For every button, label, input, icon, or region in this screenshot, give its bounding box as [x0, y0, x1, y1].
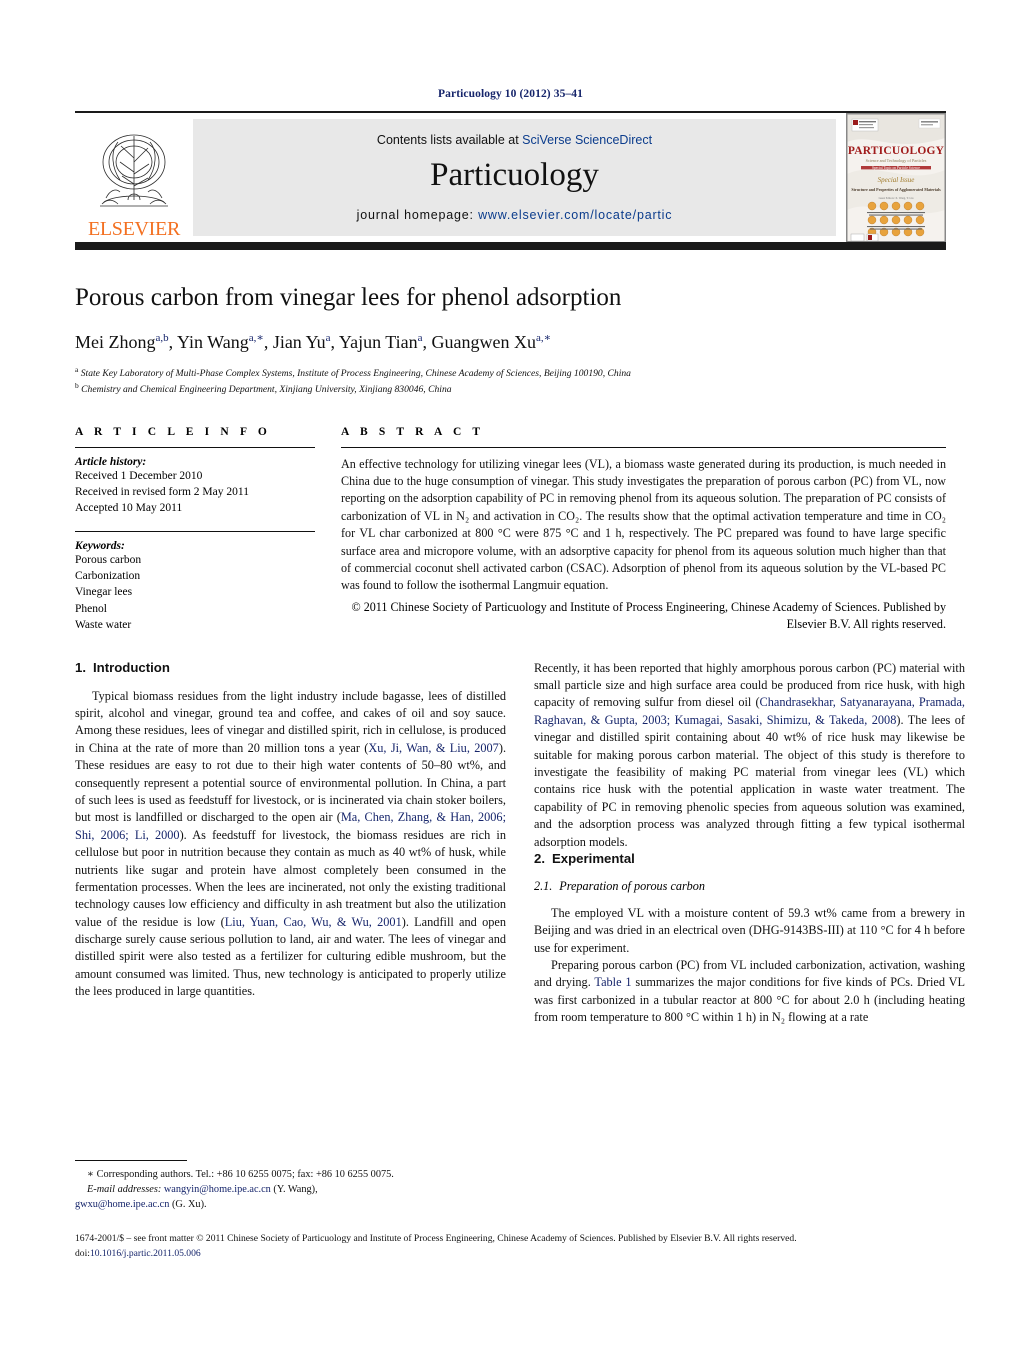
footer-doi-line: doi:10.1016/j.partic.2011.05.006 — [75, 1247, 965, 1262]
footnote-email-line-1: E-mail addresses: wangyin@home.ipe.ac.cn… — [75, 1183, 506, 1198]
subsection-title: Preparation of porous carbon — [559, 878, 705, 893]
journal-title: Particuology — [430, 157, 599, 193]
affiliation-marker: a — [75, 365, 79, 375]
citation-link[interactable]: Xu, Ji, Wan, & Liu, 2007 — [368, 741, 498, 755]
email-owner-wang: (Y. Wang), — [270, 1183, 318, 1195]
homepage-prefix: journal homepage: — [356, 208, 474, 222]
article-history-label: Article history: — [75, 455, 147, 468]
affiliation-line: a State Key Laboratory of Multi-Phase Co… — [75, 365, 946, 381]
contents-prefix: Contents lists available at — [376, 133, 523, 147]
author-name: Yin Wang — [176, 331, 249, 352]
paragraph-experimental-2: Preparing porous carbon (PC) from VL inc… — [534, 957, 965, 1027]
author-name: Mei Zhong — [75, 331, 156, 352]
subsection-number: 2.1. — [534, 878, 553, 893]
section-title: Experimental — [552, 850, 635, 866]
abstract-heading: A B S T R A C T — [341, 425, 485, 438]
affiliation-text: State Key Laboratory of Multi-Phase Comp… — [80, 368, 631, 380]
journal-article-page: Particuology 10 (2012) 35–41 ELSEVIER Co… — [0, 0, 1021, 1351]
doi-link[interactable]: 10.1016/j.partic.2011.05.006 — [90, 1248, 201, 1259]
abstract-column: A B S T R A C T An effective technology … — [341, 426, 946, 634]
svg-text:Structure and Properties of Ag: Structure and Properties of Agglomerated… — [851, 187, 941, 192]
section-heading-introduction: 1. Introduction — [75, 660, 506, 675]
abstract-copyright: © 2011 Chinese Society of Particuology a… — [351, 599, 946, 632]
paragraph-intro-2: Recently, it has been reported that high… — [534, 660, 965, 851]
elsevier-wordmark: ELSEVIER — [87, 218, 181, 240]
author-list: Mei Zhonga,b, Yin Wanga,∗, Jian Yua, Yaj… — [75, 331, 552, 352]
footnote-corresponding-line: ∗ Corresponding authors. Tel.: +86 10 62… — [87, 1169, 394, 1180]
svg-text:Special Topic on Particle Scie: Special Topic on Particle Science — [872, 166, 920, 170]
affiliation-text: Chemistry and Chemical Engineering Depar… — [81, 384, 452, 396]
history-item: Received 1 December 2010 — [75, 469, 203, 482]
contents-available-line: Contents lists available at SciVerse Sci… — [377, 133, 652, 147]
keywords-label: Keywords: — [75, 539, 125, 552]
author-affil-marker: a — [417, 331, 423, 344]
keyword-item: Phenol — [75, 602, 107, 615]
svg-text:PARTICUOLOGY: PARTICUOLOGY — [848, 145, 945, 157]
history-item: Accepted 10 May 2011 — [75, 502, 183, 515]
journal-masthead: ELSEVIER Contents lists available at Sci… — [75, 111, 946, 242]
author-name: Jian Yu — [272, 331, 326, 352]
elsevier-tree-icon — [100, 134, 168, 207]
page-title: Porous carbon from vinegar lees for phen… — [75, 284, 622, 311]
history-item: Received in revised form 2 May 2011 — [75, 485, 249, 498]
keywords-block: Keywords: Porous carbon Carbonization Vi… — [75, 530, 315, 634]
footnote-email-line-2: gwxu@home.ipe.ac.cn (G. Xu). — [75, 1198, 506, 1213]
para-text: ). The lees of vinegar and distilled spi… — [534, 712, 965, 849]
paragraph-experimental-1: The employed VL with a moisture content … — [534, 905, 965, 955]
info-abstract-row: A R T I C L E I N F O Article history: R… — [75, 426, 946, 634]
homepage-url-link[interactable]: www.elsevier.com/locate/partic — [478, 208, 672, 222]
section-number: 2. — [534, 850, 545, 866]
svg-text:Science and Technology of Part: Science and Technology of Particles — [866, 158, 927, 163]
email-link-wang[interactable]: wangyin@home.ipe.ac.cn — [164, 1184, 271, 1195]
table-reference-link[interactable]: Table 1 — [594, 975, 631, 989]
svg-text:Special Issue: Special Issue — [878, 176, 915, 184]
elsevier-logo: ELSEVIER — [75, 113, 193, 242]
author-name: Guangwen Xu — [431, 331, 536, 352]
article-info-column: A R T I C L E I N F O Article history: R… — [75, 426, 315, 634]
keyword-item: Vinegar lees — [75, 586, 133, 599]
para-text: ). As feedstuff for livestock, the bioma… — [75, 827, 506, 929]
journal-homepage-line: journal homepage: www.elsevier.com/locat… — [357, 208, 673, 222]
section-heading-experimental: 2. Experimental — [534, 851, 965, 866]
citation-link[interactable]: Liu, Yuan, Cao, Wu, & Wu, 2001 — [225, 915, 402, 929]
section-title: Introduction — [93, 659, 170, 675]
keyword-item: Porous carbon — [75, 553, 142, 566]
footnote-rule — [75, 1160, 187, 1161]
body-column-left: 1. Introduction Typical biomass residues … — [75, 660, 506, 1027]
cover-artwork: PARTICUOLOGY Science and Technology of P… — [847, 114, 945, 241]
author-affil-marker: a,∗ — [535, 331, 552, 344]
author-affil-marker: a — [325, 331, 331, 344]
keyword-item: Waste water — [75, 618, 132, 631]
masthead-rule — [75, 242, 946, 250]
footer-frontmatter-line: 1674-2001/$ – see front matter © 2011 Ch… — [75, 1233, 797, 1244]
affiliation-line: b Chemistry and Chemical Engineering Dep… — [75, 381, 946, 397]
title-block: Porous carbon from vinegar lees for phen… — [75, 284, 946, 398]
running-head: Particuology 10 (2012) 35–41 — [438, 88, 583, 100]
email-owner-xu: (G. Xu). — [169, 1198, 207, 1210]
body-columns: 1. Introduction Typical biomass residues … — [75, 660, 965, 1027]
journal-band: Contents lists available at SciVerse Sci… — [193, 119, 836, 236]
page-footer: 1674-2001/$ – see front matter © 2011 Ch… — [75, 1232, 965, 1262]
corresponding-author-footnote: ∗ Corresponding authors. Tel.: +86 10 62… — [75, 1160, 506, 1213]
sciencedirect-link[interactable]: SciVerse ScienceDirect — [522, 133, 652, 147]
author-affil-marker: a,∗ — [248, 331, 264, 344]
author-name: Yajun Tian — [338, 331, 418, 352]
journal-cover-thumbnail: PARTICUOLOGY Science and Technology of P… — [846, 113, 946, 242]
svg-text:Guest Editors: X. Wang, Y. Liu: Guest Editors: X. Wang, Y. Liu — [879, 197, 914, 200]
affiliation-marker: b — [75, 381, 79, 391]
doi-label: doi: — [75, 1247, 90, 1259]
author-affil-marker: a,b — [155, 331, 169, 344]
subsection-heading-preparation: 2.1. Preparation of porous carbon — [534, 879, 965, 894]
email-link-xu[interactable]: gwxu@home.ipe.ac.cn — [75, 1199, 169, 1210]
keyword-item: Carbonization — [75, 569, 141, 582]
body-column-right: Recently, it has been reported that high… — [534, 660, 965, 1027]
article-history-block: Article history: Received 1 December 201… — [75, 446, 315, 517]
abstract-body-wrap: An effective technology for utilizing vi… — [341, 446, 946, 634]
abstract-text: An effective technology for utilizing vi… — [341, 456, 946, 593]
section-number: 1. — [75, 659, 86, 675]
email-addresses-label: E-mail addresses: — [87, 1183, 162, 1195]
article-info-heading: A R T I C L E I N F O — [75, 425, 271, 438]
paragraph-intro-1: Typical biomass residues from the light … — [75, 688, 506, 1001]
